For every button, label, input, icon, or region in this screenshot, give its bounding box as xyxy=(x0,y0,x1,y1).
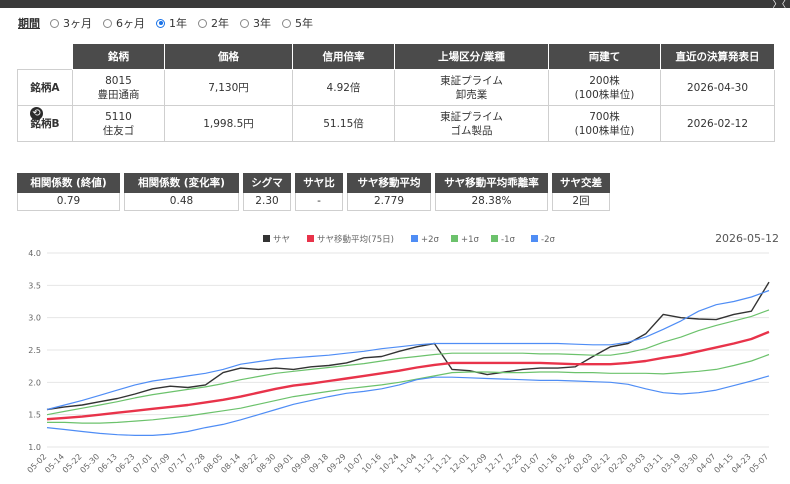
period-option-6m[interactable]: 6ヶ月 xyxy=(103,15,145,31)
series-line-3 xyxy=(46,309,770,416)
legend-label-2: +2σ xyxy=(421,235,440,245)
table-header-row: 銘柄 価格 信用倍率 上場区分/業種 両建て 直近の決算発表日 xyxy=(17,43,775,70)
expand-icon[interactable]: 〉〈 xyxy=(772,0,786,10)
y-tick-label: 3.5 xyxy=(28,281,41,290)
period-option-3y[interactable]: 3年 xyxy=(240,15,271,31)
window-topbar: 〉〈 xyxy=(0,0,790,10)
radio-icon[interactable] xyxy=(103,18,112,28)
period-option-1y[interactable]: 1年 xyxy=(156,15,187,31)
stat-spread-ma-deviation: サヤ移動平均乖離率 28.38% xyxy=(435,173,548,211)
stat-spread-ratio: サヤ比 - xyxy=(295,173,343,211)
stat-spread-ma: サヤ移動平均 2.779 xyxy=(347,173,431,211)
header-price: 価格 xyxy=(164,43,293,70)
radio-icon[interactable] xyxy=(50,18,59,28)
period-selector: 期間 3ヶ月 6ヶ月 1年 2年 3年 5年 xyxy=(18,15,324,31)
row-label-a: 銘柄A xyxy=(17,69,73,106)
legend-swatch-3 xyxy=(451,235,458,242)
legend-label-5: -2σ xyxy=(541,235,555,245)
legend-label-3: +1σ xyxy=(461,235,480,245)
table-row-stock-b: 銘柄B 5110 住友ゴ 1,998.5円 51.15倍 東証プライム ゴム製品 7… xyxy=(17,105,775,142)
x-tick-label: 05-07 xyxy=(748,452,771,475)
radio-icon[interactable] xyxy=(240,18,249,28)
table-row-stock-a: 銘柄A 8015 豊田通商 7,130円 4.92倍 東証プライム 卸売業 200株… xyxy=(17,69,775,106)
row-label-b: 銘柄B xyxy=(17,105,73,142)
stock-comparison-table: 銘柄 価格 信用倍率 上場区分/業種 両建て 直近の決算発表日 銘柄A 8015… xyxy=(17,43,775,142)
y-tick-label: 3.0 xyxy=(28,314,41,323)
period-option-3m[interactable]: 3ヶ月 xyxy=(50,15,92,31)
stock-b-market-sector: 東証プライム ゴム製品 xyxy=(394,105,549,142)
legend-swatch-4 xyxy=(491,235,498,242)
header-market-sector: 上場区分/業種 xyxy=(394,43,549,70)
swap-icon[interactable]: ⟲ xyxy=(30,107,43,120)
header-lots: 両建て xyxy=(548,43,661,70)
y-tick-label: 2.0 xyxy=(28,378,41,387)
stat-spread-cross: サヤ交差 2回 xyxy=(552,173,610,211)
y-tick-label: 1.5 xyxy=(28,411,41,420)
stock-b-code-name[interactable]: 5110 住友ゴ xyxy=(72,105,165,142)
period-option-5y[interactable]: 5年 xyxy=(282,15,313,31)
stat-sigma: シグマ 2.30 xyxy=(243,173,291,211)
header-empty xyxy=(17,43,73,70)
legend-label-0: サヤ xyxy=(273,235,290,245)
stock-a-lots: 200株 (100株単位) xyxy=(548,69,661,106)
stat-correlation-change: 相関係数 (変化率) 0.48 xyxy=(124,173,239,211)
spread-chart-svg: 2026-05-121.01.52.02.53.03.54.005-0205-1… xyxy=(26,232,779,475)
period-label: 期間 xyxy=(18,17,40,30)
radio-icon[interactable] xyxy=(282,18,291,28)
stock-b-price: 1,998.5円 xyxy=(164,105,293,142)
legend-label-4: -1σ xyxy=(501,235,515,245)
spread-chart: 2026-05-12 1.0 1.5 2.0 2.5 3.0 3.5 4.0 05-02 05-1… xyxy=(17,225,782,480)
legend-swatch-2 xyxy=(411,235,418,242)
radio-selected-icon[interactable] xyxy=(156,18,165,28)
stock-b-lots: 700株 (100株単位) xyxy=(548,105,661,142)
stat-correlation-close: 相関係数 (終値) 0.79 xyxy=(17,173,120,211)
stats-bar: 相関係数 (終値) 0.79 相関係数 (変化率) 0.48 シグマ 2.30 サヤ比… xyxy=(17,173,614,211)
legend-label-1: サヤ移動平均(75日) xyxy=(317,234,394,245)
legend-swatch-0 xyxy=(263,235,270,242)
y-tick-label: 2.5 xyxy=(28,346,41,355)
chart-date-label: 2026-05-12 xyxy=(715,232,779,245)
series-line-1 xyxy=(46,330,770,421)
y-tick-label: 1.0 xyxy=(28,443,41,452)
radio-icon[interactable] xyxy=(198,18,207,28)
header-earnings-date: 直近の決算発表日 xyxy=(660,43,775,70)
stock-a-earnings-date: 2026-04-30 xyxy=(660,69,775,106)
stock-a-market-sector: 東証プライム 卸売業 xyxy=(394,69,549,106)
stock-b-earnings-date: 2026-02-12 xyxy=(660,105,775,142)
stock-a-price: 7,130円 xyxy=(164,69,293,106)
stock-b-margin-ratio: 51.15倍 xyxy=(292,105,395,142)
stock-a-margin-ratio: 4.92倍 xyxy=(292,69,395,106)
period-option-2y[interactable]: 2年 xyxy=(198,15,229,31)
header-margin-ratio: 信用倍率 xyxy=(292,43,395,70)
y-tick-label: 4.0 xyxy=(28,249,41,258)
legend-swatch-1 xyxy=(307,235,314,242)
legend-swatch-5 xyxy=(531,235,538,242)
series-line-5 xyxy=(46,375,770,436)
stock-a-code-name[interactable]: 8015 豊田通商 xyxy=(72,69,165,106)
header-stock: 銘柄 xyxy=(72,43,165,70)
